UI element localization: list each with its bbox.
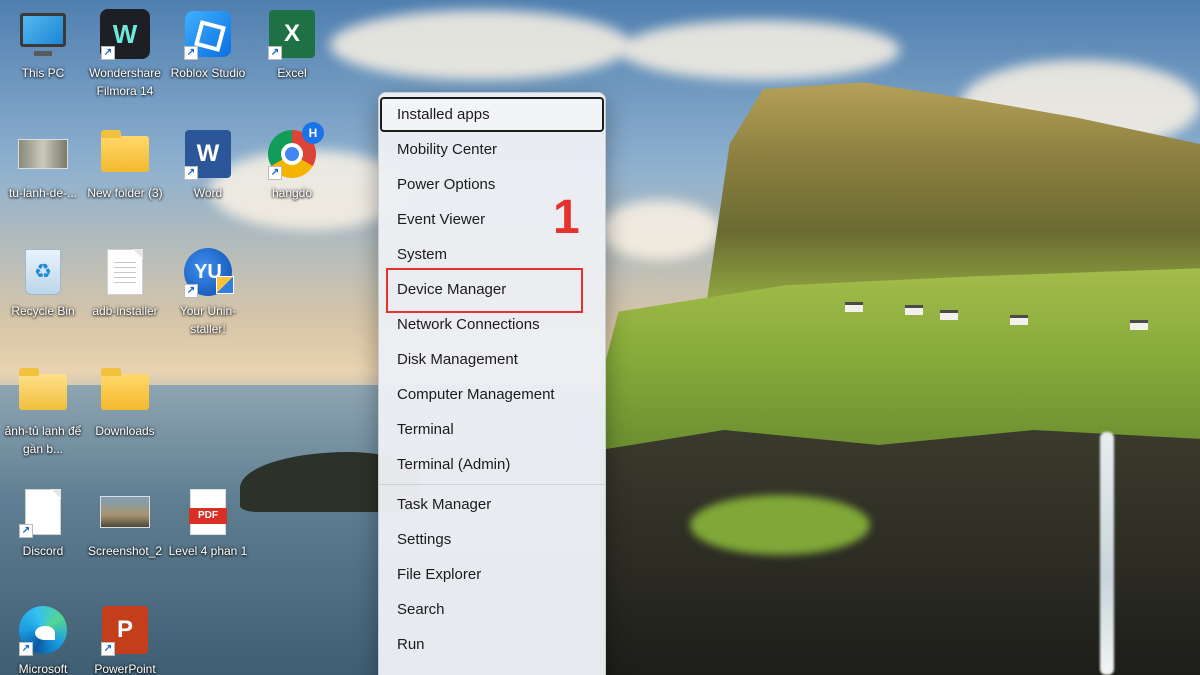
shortcut-arrow-icon: ↗ — [184, 46, 198, 60]
desktop-icon-label: PowerPoint — [94, 662, 156, 675]
wallpaper-cloud — [330, 10, 630, 80]
wallpaper-house — [940, 310, 958, 320]
shortcut-arrow-icon: ↗ — [268, 166, 282, 180]
shortcut-arrow-icon: ↗ — [19, 642, 33, 656]
menu-item-installed-apps[interactable]: Installed apps — [380, 97, 604, 132]
desktop-icon-label: Recycle Bin — [11, 304, 75, 318]
uninstaller-icon: YU ↗ — [182, 246, 234, 298]
menu-item-run[interactable]: Run — [380, 627, 604, 662]
shortcut-arrow-icon: ↗ — [184, 166, 198, 180]
folder-icon — [99, 128, 151, 180]
desktop-icon-filmora[interactable]: W ↗ Wondershare Filmora 14 — [82, 8, 168, 100]
desktop-icon-tu-lanh-image[interactable]: tu-lanh-de-... — [0, 128, 86, 202]
desktop-icon-label: Discord — [22, 544, 64, 558]
desktop-icon-label: tu-lanh-de-... — [8, 186, 78, 200]
wallpaper-cloud — [620, 20, 900, 80]
desktop-icon-discord[interactable]: ↗ Discord — [0, 486, 86, 560]
menu-item-file-explorer[interactable]: File Explorer — [380, 557, 604, 592]
desktop-icon-label: Word — [193, 186, 223, 200]
discord-file-icon: ↗ — [17, 486, 69, 538]
desktop-icon-your-uninstaller[interactable]: YU ↗ Your Unin-staller! — [165, 246, 251, 338]
desktop-icon-hangdo[interactable]: H ↗ hangdo — [249, 122, 335, 202]
pdf-icon: PDF — [182, 486, 234, 538]
menu-item-settings[interactable]: Settings — [380, 522, 604, 557]
desktop-icon-label: Roblox Studio — [170, 66, 246, 80]
menu-item-disk-management[interactable]: Disk Management — [380, 342, 604, 377]
desktop-icon-label: hangdo — [271, 186, 313, 200]
winx-context-menu: Installed apps Mobility Center Power Opt… — [378, 92, 606, 675]
menu-item-device-manager[interactable]: Device Manager — [380, 272, 604, 307]
desktop-icon-screenshot[interactable]: Screenshot_2 — [82, 486, 168, 560]
desktop-icon-adb-installer[interactable]: adb-installer — [82, 246, 168, 320]
document-icon — [99, 246, 151, 298]
desktop-icon-label: Downloads — [95, 424, 155, 438]
profile-badge: H — [302, 122, 324, 144]
zip-folder-icon — [17, 366, 69, 418]
shortcut-arrow-icon: ↗ — [101, 642, 115, 656]
shortcut-arrow-icon: ↗ — [101, 46, 115, 60]
desktop-icon-microsoft-edge[interactable]: ↗ Microsoft — [0, 604, 86, 675]
wallpaper-house — [845, 302, 863, 312]
this-pc-icon — [17, 8, 69, 60]
wallpaper-grass-patch — [690, 495, 870, 555]
desktop-icon-new-folder[interactable]: New folder (3) — [82, 128, 168, 202]
image-file-icon — [17, 128, 69, 180]
menu-item-terminal[interactable]: Terminal — [380, 412, 604, 447]
desktop-icon-downloads[interactable]: Downloads — [82, 366, 168, 440]
menu-item-task-manager[interactable]: Task Manager — [380, 487, 604, 522]
desktop-icon-label: Screenshot_2 — [87, 544, 163, 558]
desktop-icon-powerpoint[interactable]: P ↗ PowerPoint — [82, 604, 168, 675]
desktop-icon-label: Microsoft — [18, 662, 68, 675]
desktop-icon-label: This PC — [21, 66, 65, 80]
excel-icon: X ↗ — [266, 8, 318, 60]
chrome-profile-icon: H ↗ — [266, 122, 324, 180]
step-number-label: 1 — [553, 191, 580, 244]
menu-separator — [379, 484, 605, 485]
wallpaper-waterfall — [1100, 432, 1114, 675]
desktop-icon-level-4-pdf[interactable]: PDF Level 4 phan 1 — [165, 486, 251, 560]
recycle-bin-icon: ♻ — [17, 246, 69, 298]
downloads-folder-icon — [99, 366, 151, 418]
screenshot-image-icon — [99, 486, 151, 538]
desktop-icon-label: adb-installer — [92, 304, 158, 318]
desktop-icon-label: ảnh-tủ lạnh để gần b... — [4, 424, 82, 456]
shortcut-arrow-icon: ↗ — [268, 46, 282, 60]
desktop-icon-label: Level 4 phan 1 — [168, 544, 248, 558]
wallpaper-house — [905, 305, 923, 315]
roblox-studio-icon: ↗ — [182, 8, 234, 60]
wallpaper-house — [1130, 320, 1148, 330]
desktop-icon-roblox-studio[interactable]: ↗ Roblox Studio — [165, 8, 251, 82]
menu-item-mobility-center[interactable]: Mobility Center — [380, 132, 604, 167]
powerpoint-icon: P ↗ — [99, 604, 151, 656]
shortcut-arrow-icon: ↗ — [184, 284, 198, 298]
desktop-icon-label: Excel — [277, 66, 307, 80]
desktop-icon-this-pc[interactable]: This PC — [0, 8, 86, 82]
desktop-icon-label: New folder (3) — [87, 186, 163, 200]
wallpaper-house — [1010, 315, 1028, 325]
menu-item-search[interactable]: Search — [380, 592, 604, 627]
desktop-icon-label: Your Unin-staller! — [179, 304, 237, 336]
desktop-icon-anh-tu-lanh[interactable]: ảnh-tủ lạnh để gần b... — [0, 366, 86, 458]
menu-item-network-connections[interactable]: Network Connections — [380, 307, 604, 342]
desktop-icon-excel[interactable]: X ↗ Excel — [249, 8, 335, 82]
desktop-icon-recycle-bin[interactable]: ♻ Recycle Bin — [0, 246, 86, 320]
filmora-icon: W ↗ — [99, 8, 151, 60]
menu-item-terminal-admin[interactable]: Terminal (Admin) — [380, 447, 604, 482]
menu-item-computer-management[interactable]: Computer Management — [380, 377, 604, 412]
desktop-icon-label: Wondershare Filmora 14 — [89, 66, 161, 98]
word-icon: W ↗ — [182, 128, 234, 180]
wallpaper-cloud — [600, 200, 720, 260]
shortcut-arrow-icon: ↗ — [19, 524, 33, 538]
desktop-icon-word[interactable]: W ↗ Word — [165, 128, 251, 202]
edge-icon: ↗ — [17, 604, 69, 656]
